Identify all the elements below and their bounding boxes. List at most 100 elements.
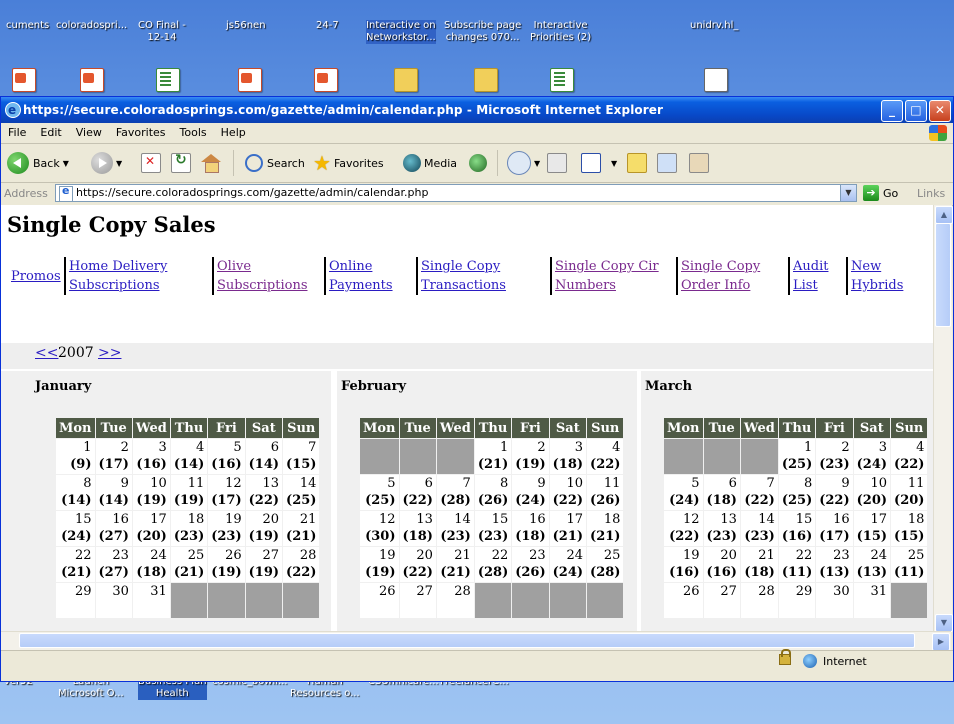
calendar-day-cell[interactable]: 10 (20) bbox=[853, 475, 891, 510]
calendar-day-cell[interactable]: 25 (11) bbox=[891, 547, 928, 582]
messenger-button[interactable] bbox=[657, 151, 677, 175]
nav-link-audit-list[interactable]: Audit List bbox=[793, 257, 828, 307]
calendar-day-cell[interactable]: 11 (19) bbox=[170, 475, 208, 510]
calendar-day-cell[interactable]: 26 bbox=[664, 583, 703, 618]
home-button[interactable] bbox=[201, 151, 221, 175]
calendar-day-cell[interactable]: 14 (23) bbox=[436, 511, 474, 546]
research-button[interactable] bbox=[689, 151, 709, 175]
calendar-day-cell[interactable]: 12 (22) bbox=[664, 511, 703, 546]
calendar-day-cell[interactable]: 18 (15) bbox=[891, 511, 928, 546]
menu-edit[interactable]: Edit bbox=[33, 123, 68, 143]
excel-file-icon[interactable] bbox=[156, 68, 180, 92]
desktop-icon-label[interactable]: cuments bbox=[6, 20, 49, 32]
calendar-day-cell[interactable]: 9 (24) bbox=[512, 475, 549, 510]
nav-link-text[interactable]: Numbers bbox=[555, 278, 616, 293]
calendar-day-cell[interactable]: 13 (22) bbox=[245, 475, 283, 510]
calendar-day-cell[interactable]: 1 (21) bbox=[474, 439, 512, 474]
powerpoint-file-icon[interactable] bbox=[80, 68, 104, 92]
calendar-day-cell[interactable]: 3 (16) bbox=[132, 439, 170, 474]
prev-year-link[interactable]: << bbox=[35, 345, 58, 361]
nav-link-text[interactable]: Single Copy bbox=[681, 259, 760, 274]
menu-help[interactable]: Help bbox=[214, 123, 253, 143]
calendar-day-cell[interactable]: 10 (19) bbox=[132, 475, 170, 510]
nav-link-home-delivery-subscriptions[interactable]: Home Delivery Subscriptions bbox=[69, 257, 167, 307]
calendar-day-cell[interactable]: 1 (25) bbox=[778, 439, 816, 474]
calendar-day-cell[interactable]: 28 (22) bbox=[283, 547, 320, 582]
calendar-day-cell[interactable]: 27 (19) bbox=[245, 547, 283, 582]
calendar-day-cell[interactable]: 10 (22) bbox=[549, 475, 587, 510]
calendar-day-cell[interactable]: 5 (25) bbox=[360, 475, 399, 510]
driver-file-icon[interactable] bbox=[704, 68, 728, 92]
calendar-day-cell[interactable]: 23 (13) bbox=[816, 547, 853, 582]
scroll-thumb[interactable] bbox=[935, 223, 951, 327]
nav-link-new-hybrids[interactable]: New Hybrids bbox=[851, 257, 903, 307]
calendar-day-cell[interactable]: 20 (16) bbox=[703, 547, 740, 582]
calendar-day-cell[interactable]: 18 (21) bbox=[587, 511, 624, 546]
discuss-button[interactable] bbox=[627, 151, 647, 175]
calendar-day-cell[interactable]: 2 (23) bbox=[816, 439, 853, 474]
nav-link-text[interactable]: Home Delivery bbox=[69, 259, 167, 274]
calendar-day-cell[interactable]: 21 (18) bbox=[740, 547, 778, 582]
go-button[interactable]: ➔ Go bbox=[863, 185, 898, 201]
desktop-icon-label[interactable]: js56nen bbox=[226, 20, 266, 32]
calendar-day-cell[interactable]: 13 (23) bbox=[703, 511, 740, 546]
calendar-day-cell[interactable]: 31 bbox=[853, 583, 891, 618]
calendar-day-cell[interactable]: 6 (22) bbox=[399, 475, 436, 510]
calendar-day-cell[interactable]: 26 bbox=[360, 583, 399, 618]
calendar-day-cell[interactable]: 14 (25) bbox=[283, 475, 320, 510]
calendar-day-cell[interactable]: 24 (24) bbox=[549, 547, 587, 582]
calendar-day-cell[interactable]: 22 (21) bbox=[56, 547, 95, 582]
folder-icon[interactable] bbox=[394, 68, 418, 92]
calendar-day-cell[interactable]: 5 (16) bbox=[208, 439, 245, 474]
calendar-day-cell[interactable]: 15 (23) bbox=[474, 511, 512, 546]
calendar-day-cell[interactable]: 1 (9) bbox=[56, 439, 95, 474]
chevron-down-icon[interactable]: ▼ bbox=[611, 159, 617, 168]
calendar-day-cell[interactable]: 28 bbox=[436, 583, 474, 618]
calendar-day-cell[interactable]: 25 (28) bbox=[587, 547, 624, 582]
nav-link-text[interactable]: Olive bbox=[217, 259, 251, 274]
calendar-day-cell[interactable]: 8 (14) bbox=[56, 475, 95, 510]
calendar-day-cell[interactable]: 28 bbox=[740, 583, 778, 618]
nav-link-text[interactable]: Single Copy bbox=[421, 259, 500, 274]
calendar-day-cell[interactable]: 24 (18) bbox=[132, 547, 170, 582]
calendar-day-cell[interactable]: 14 (23) bbox=[740, 511, 778, 546]
scroll-up-icon[interactable]: ▲ bbox=[935, 206, 953, 224]
calendar-day-cell[interactable]: 9 (14) bbox=[95, 475, 132, 510]
calendar-day-cell[interactable]: 3 (18) bbox=[549, 439, 587, 474]
powerpoint-file-icon[interactable] bbox=[238, 68, 262, 92]
calendar-day-cell[interactable]: 6 (18) bbox=[703, 475, 740, 510]
calendar-day-cell[interactable]: 27 bbox=[703, 583, 740, 618]
nav-link-text[interactable]: Single Copy Cir bbox=[555, 259, 659, 274]
address-input[interactable]: https://secure.coloradosprings.com/gazet… bbox=[55, 184, 857, 202]
menu-tools[interactable]: Tools bbox=[173, 123, 214, 143]
desktop-icon-label[interactable]: unidrv.hl_ bbox=[690, 20, 738, 32]
calendar-day-cell[interactable]: 16 (17) bbox=[816, 511, 853, 546]
vertical-scrollbar[interactable]: ▲ ▼ bbox=[933, 205, 953, 632]
calendar-day-cell[interactable]: 12 (30) bbox=[360, 511, 399, 546]
edit-button[interactable]: ▼ bbox=[581, 151, 617, 175]
maximize-button[interactable]: □ bbox=[905, 100, 927, 122]
document-icon[interactable] bbox=[12, 68, 36, 92]
desktop-icon-label[interactable]: Interactive on Networkstor... bbox=[366, 20, 436, 44]
calendar-day-cell[interactable]: 30 bbox=[95, 583, 132, 618]
desktop-icon-label[interactable]: Interactive Priorities (2) bbox=[530, 20, 591, 44]
search-button[interactable]: Search bbox=[245, 151, 305, 175]
favorites-button[interactable]: ★ Favorites bbox=[313, 151, 384, 175]
calendar-day-cell[interactable]: 29 bbox=[778, 583, 816, 618]
calendar-day-cell[interactable]: 22 (28) bbox=[474, 547, 512, 582]
calendar-day-cell[interactable]: 4 (14) bbox=[170, 439, 208, 474]
chevron-down-icon[interactable]: ▼ bbox=[534, 159, 540, 168]
calendar-day-cell[interactable]: 5 (24) bbox=[664, 475, 703, 510]
horizontal-scroll-thumb[interactable] bbox=[19, 633, 915, 648]
horizontal-scrollbar[interactable]: ▶ bbox=[1, 631, 951, 651]
calendar-day-cell[interactable]: 27 bbox=[399, 583, 436, 618]
desktop-icon-label[interactable]: 24-7 bbox=[316, 20, 339, 32]
menu-favorites[interactable]: Favorites bbox=[109, 123, 173, 143]
calendar-day-cell[interactable]: 2 (19) bbox=[512, 439, 549, 474]
calendar-day-cell[interactable]: 7 (28) bbox=[436, 475, 474, 510]
desktop-icon-label[interactable]: Subscribe page changes 070... bbox=[444, 20, 521, 44]
desktop-icon-label[interactable]: CO Final - 12-14 bbox=[138, 20, 186, 44]
scroll-right-icon[interactable]: ▶ bbox=[932, 633, 950, 651]
nav-link-text[interactable]: Subscriptions bbox=[69, 278, 160, 293]
nav-link-single-copy-order-info[interactable]: Single Copy Order Info bbox=[681, 257, 760, 307]
